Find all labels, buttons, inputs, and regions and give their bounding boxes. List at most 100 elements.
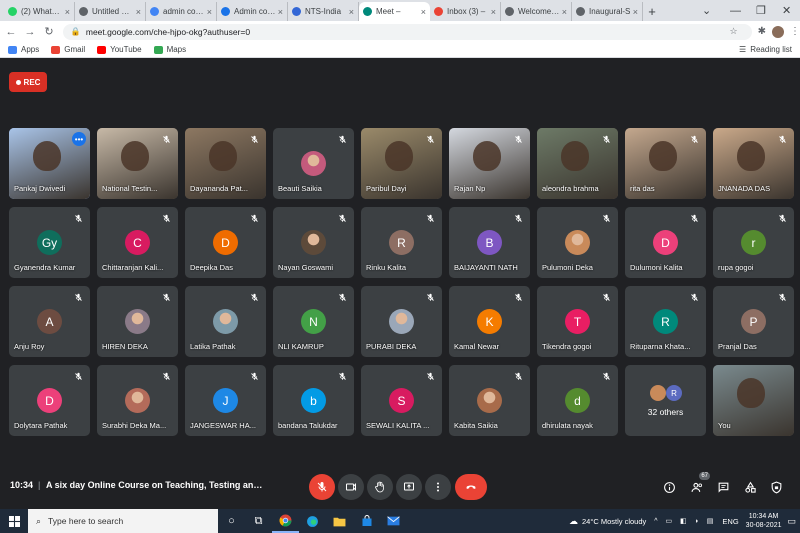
participant-tile[interactable]: R Rituparna Khata... xyxy=(625,286,706,357)
participant-tile[interactable]: Gy Gyanendra Kumar xyxy=(9,207,90,278)
browser-tab[interactable]: Welcome to × xyxy=(501,2,572,21)
participant-tile[interactable]: Surabhi Deka Ma... xyxy=(97,365,178,436)
tab-close-icon[interactable]: × xyxy=(278,7,283,17)
raise-hand-button[interactable] xyxy=(367,474,393,500)
tab-close-icon[interactable]: × xyxy=(136,7,141,17)
tab-close-icon[interactable]: × xyxy=(562,7,567,17)
participant-tile[interactable]: D Deepika Das xyxy=(185,207,266,278)
bookmark-item[interactable]: YouTube xyxy=(97,45,142,54)
file-explorer-icon[interactable] xyxy=(326,509,353,533)
tab-close-icon[interactable]: × xyxy=(207,7,212,17)
reading-list-button[interactable]: ☰ Reading list xyxy=(739,45,792,54)
lock-icon[interactable]: 🔒 xyxy=(71,27,81,36)
task-view-icon[interactable]: ⧉ xyxy=(245,509,272,533)
participant-tile[interactable]: Dayananda Pat... xyxy=(185,128,266,199)
browser-tab[interactable]: Inaugural-S × xyxy=(572,2,643,21)
participant-tile[interactable]: PURABI DEKA xyxy=(361,286,442,357)
people-button[interactable]: 67 xyxy=(688,472,710,496)
forward-icon[interactable]: → xyxy=(22,26,38,38)
chrome-menu-icon[interactable]: ⋮ xyxy=(790,26,800,37)
cortana-icon[interactable]: ○ xyxy=(218,509,245,533)
participant-tile[interactable]: r rupa gogoi xyxy=(713,207,794,278)
profile-avatar[interactable] xyxy=(772,25,784,38)
participant-tile[interactable]: b bandana Talukdar xyxy=(273,365,354,436)
present-screen-button[interactable] xyxy=(396,474,422,500)
host-controls-button[interactable] xyxy=(767,478,785,496)
participant-tile[interactable]: Paribul Dayi xyxy=(361,128,442,199)
browser-tab[interactable]: (2) WhatsApp× xyxy=(4,2,75,21)
participant-tile[interactable]: A Anju Roy xyxy=(9,286,90,357)
participant-tile[interactable]: Nayan Goswami xyxy=(273,207,354,278)
reload-icon[interactable]: ↻ xyxy=(41,25,57,38)
leave-call-button[interactable] xyxy=(455,474,487,500)
browser-tab[interactable]: Untitled Page× xyxy=(75,2,146,21)
participant-tile[interactable]: Beauti Saikia xyxy=(273,128,354,199)
start-button[interactable] xyxy=(0,509,28,533)
bookmark-item[interactable]: Apps xyxy=(8,45,39,54)
url-input[interactable]: 🔒 meet.google.com/che-hjpo-okg?authuser=… xyxy=(62,23,752,40)
tile-more-icon[interactable]: ••• xyxy=(72,132,86,146)
participant-tile[interactable]: D Dulumoni Kalita xyxy=(625,207,706,278)
bookmark-item[interactable]: Gmail xyxy=(51,45,85,54)
more-options-button[interactable] xyxy=(425,474,451,500)
activities-button[interactable] xyxy=(741,478,759,496)
participant-tile[interactable]: Pankaj Dwivedi ••• xyxy=(9,128,90,199)
browser-tab[interactable]: Meet – × xyxy=(359,2,430,21)
participant-tile[interactable]: C Chittaranjan Kali... xyxy=(97,207,178,278)
participant-tile[interactable]: N NLI KAMRUP xyxy=(273,286,354,357)
participant-tile[interactable]: Rajan Np xyxy=(449,128,530,199)
participant-tile[interactable]: National Testin... xyxy=(97,128,178,199)
tab-close-icon[interactable]: × xyxy=(633,7,638,17)
new-tab-button[interactable]: + xyxy=(643,2,661,21)
participant-tile[interactable]: S SEWALI KALITA ... xyxy=(361,365,442,436)
participant-tile[interactable]: K Kamal Newar xyxy=(449,286,530,357)
participant-tile[interactable]: d dhirulata nayak xyxy=(537,365,618,436)
language-indicator[interactable]: ENG xyxy=(722,517,738,526)
mic-toggle-button[interactable] xyxy=(309,474,335,500)
browser-tab[interactable]: Inbox (3) – × xyxy=(430,2,501,21)
tab-close-icon[interactable]: × xyxy=(421,7,426,17)
camera-toggle-button[interactable] xyxy=(338,474,364,500)
participant-tile[interactable]: T Tikendra gogoi xyxy=(537,286,618,357)
mail-taskbar-icon[interactable] xyxy=(380,509,407,533)
store-icon[interactable] xyxy=(353,509,380,533)
close-window-button[interactable]: ✕ xyxy=(782,2,791,19)
participant-tile[interactable]: Latika Pathak xyxy=(185,286,266,357)
tab-close-icon[interactable]: × xyxy=(349,7,354,17)
bookmark-item[interactable]: Maps xyxy=(153,45,186,54)
participant-tile[interactable]: HIREN DEKA xyxy=(97,286,178,357)
participant-tile[interactable]: You xyxy=(713,365,794,436)
others-tile[interactable]: R 32 others xyxy=(625,365,706,436)
bookmark-star-icon[interactable]: ☆ xyxy=(730,26,744,37)
browser-tab[interactable]: Admin console× xyxy=(217,2,288,21)
minimize-button[interactable]: — xyxy=(730,2,741,19)
tab-close-icon[interactable]: × xyxy=(491,7,496,17)
back-icon[interactable]: ← xyxy=(3,26,19,38)
weather-widget[interactable]: ☁ 24°C Mostly cloudy xyxy=(569,516,646,527)
taskbar-clock[interactable]: 10:34 AM 30-08-2021 xyxy=(746,512,782,530)
extensions-icon[interactable]: ✱ xyxy=(758,26,766,37)
browser-tab[interactable]: NTS-India × xyxy=(288,2,359,21)
participant-tile[interactable]: JNANADA DAS xyxy=(713,128,794,199)
tray-icons[interactable]: ^ ▭ ◧ ◗ ▤ xyxy=(654,517,716,525)
participant-tile[interactable]: aleondra brahma xyxy=(537,128,618,199)
tab-close-icon[interactable]: × xyxy=(65,7,70,17)
notification-icon[interactable]: ▭ xyxy=(787,516,796,527)
chat-button[interactable] xyxy=(714,478,732,496)
participant-tile[interactable]: P Pranjal Das xyxy=(713,286,794,357)
edge-taskbar-icon[interactable] xyxy=(299,509,326,533)
browser-tab[interactable]: admin console× xyxy=(146,2,217,21)
participant-tile[interactable]: Pulumoni Deka xyxy=(537,207,618,278)
bookmark-icon xyxy=(97,45,107,54)
chrome-taskbar-icon[interactable] xyxy=(272,509,299,533)
tab-search-icon[interactable]: ⌄ xyxy=(702,2,711,19)
meeting-details-button[interactable] xyxy=(660,478,678,496)
participant-tile[interactable]: R Rinku Kalita xyxy=(361,207,442,278)
participant-tile[interactable]: B BAIJAYANTI NATH xyxy=(449,207,530,278)
participant-tile[interactable]: D Dolytara Pathak xyxy=(9,365,90,436)
participant-tile[interactable]: Kabita Saikia xyxy=(449,365,530,436)
maximize-button[interactable]: ❐ xyxy=(756,2,766,19)
participant-tile[interactable]: rita das xyxy=(625,128,706,199)
taskbar-search-box[interactable]: ⌕ Type here to search xyxy=(28,509,218,533)
participant-tile[interactable]: J JANGESWAR HA... xyxy=(185,365,266,436)
